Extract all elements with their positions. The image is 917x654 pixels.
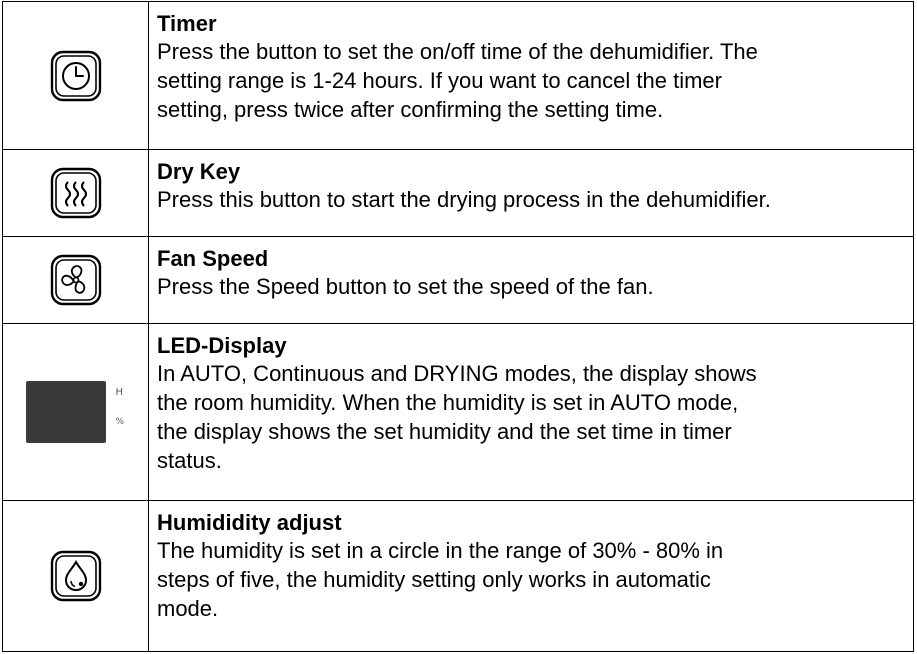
icon-cell [2, 236, 149, 324]
fan-icon [50, 254, 101, 306]
row-description-line: setting range is 1-24 hours. If you want… [157, 68, 722, 93]
water-drop-icon [50, 550, 101, 602]
row-description-line: the display shows the set humidity and t… [157, 419, 732, 444]
row-description-line: the room humidity. When the humidity is … [157, 390, 739, 415]
table-row-dry-key: Dry Key Press this button to start the d… [2, 149, 914, 237]
table-row-fan-speed: Fan Speed Press the Speed button to set … [2, 236, 914, 324]
icon-cell [2, 500, 149, 652]
description-cell: Fan Speed Press the Speed button to set … [148, 236, 914, 324]
row-description-line: In AUTO, Continuous and DRYING modes, th… [157, 361, 757, 386]
row-description-line: The humidity is set in a circle in the r… [157, 538, 724, 563]
display-unit-label: H [115, 387, 124, 398]
clock-icon [50, 50, 101, 101]
row-title: LED-Display [157, 333, 287, 358]
row-description-line: steps of five, the humidity setting only… [157, 567, 711, 592]
description-cell: Timer Press the button to set the on/off… [148, 1, 914, 150]
icon-cell [2, 1, 149, 150]
row-description-line: status. [157, 448, 222, 473]
display-unit-label: % [115, 417, 125, 427]
button-function-table: Timer Press the button to set the on/off… [2, 1, 914, 652]
description-cell: Dry Key Press this button to start the d… [148, 149, 914, 237]
row-description-line: Press the button to set the on/off time … [157, 39, 758, 64]
icon-cell: H % [2, 323, 149, 501]
description-cell: LED-Display In AUTO, Continuous and DRYI… [148, 323, 914, 501]
row-title: Timer [157, 11, 217, 36]
table-row-timer: Timer Press the button to set the on/off… [2, 1, 914, 150]
row-description-line: setting, press twice after confirming th… [157, 97, 664, 122]
row-title: Dry Key [157, 159, 241, 184]
led-display-icon: H % [25, 379, 126, 445]
row-title: Humididity adjust [157, 510, 342, 535]
table-row-led-display: H % LED-Display In AUTO, Continuous and … [2, 323, 914, 501]
row-description-line: Press this button to start the drying pr… [157, 187, 771, 212]
led-display-screen [25, 381, 106, 443]
icon-cell [2, 149, 149, 237]
row-title: Fan Speed [157, 246, 269, 271]
row-description-line: Press the Speed button to set the speed … [157, 274, 654, 299]
row-description-line: mode. [157, 596, 219, 621]
table-row-humidity-adjust: Humididity adjust The humidity is set in… [2, 500, 914, 652]
description-cell: Humididity adjust The humidity is set in… [148, 500, 914, 652]
heat-waves-icon [50, 167, 101, 219]
